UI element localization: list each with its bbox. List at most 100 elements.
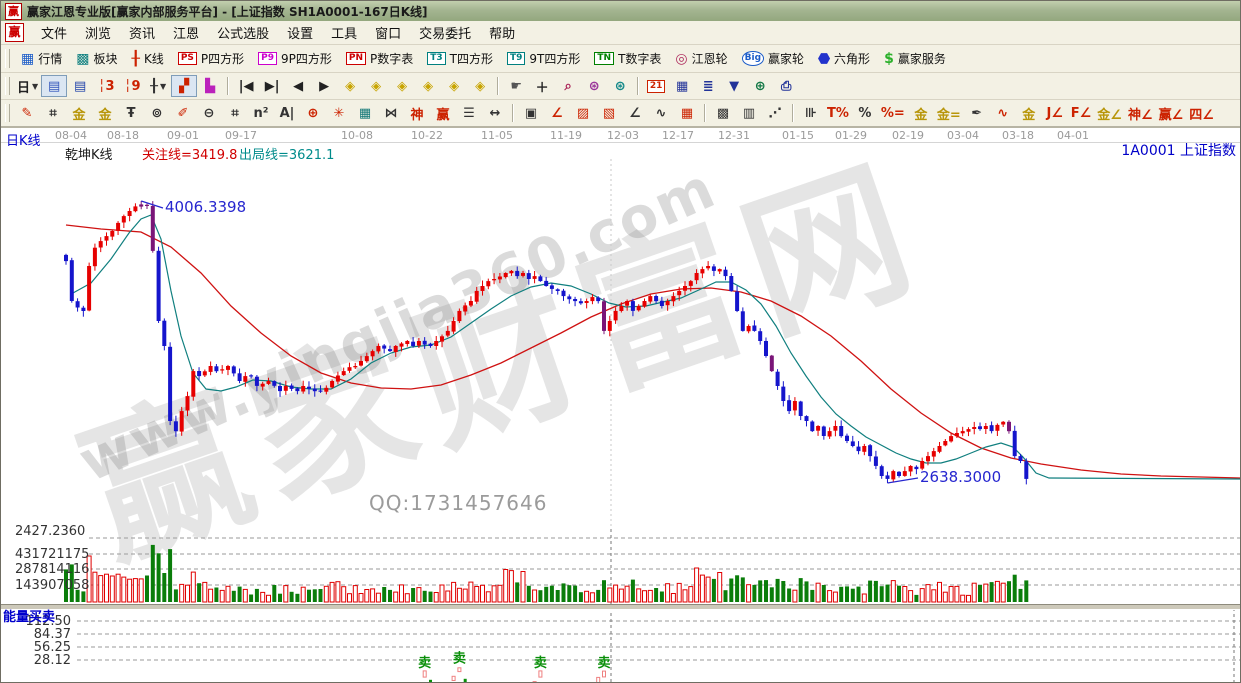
magnifier-icon[interactable]: ⌕ — [555, 75, 581, 97]
gold-line-icon[interactable]: 金 — [66, 102, 92, 124]
wave-line-icon[interactable]: ∿ — [648, 102, 674, 124]
red-pen-icon[interactable]: ✐ — [170, 102, 196, 124]
scale-ruler-icon[interactable]: ⌗ — [40, 102, 66, 124]
gold-angle-icon[interactable]: 金∠ — [1094, 102, 1125, 124]
menu-item-窗口[interactable]: 窗口 — [366, 20, 410, 45]
bars-9-icon[interactable]: ╎9 — [119, 75, 145, 97]
toolbar-t-square-button[interactable]: T3T四方形 — [420, 47, 500, 70]
toolbar-t-table-button[interactable]: TNT数字表 — [587, 47, 668, 70]
f-line-icon[interactable]: Ŧ — [118, 102, 144, 124]
corner-grid2-icon[interactable]: ▥ — [736, 102, 762, 124]
wave-band-icon[interactable]: ∿ — [990, 102, 1016, 124]
volume-ruler-icon[interactable]: ⊪ — [798, 102, 824, 124]
rect-measure-icon[interactable]: ▣ — [518, 102, 544, 124]
fan-lines-icon[interactable]: ∠ — [544, 102, 570, 124]
calendar-icon[interactable]: 21 — [643, 75, 669, 97]
crosshair-icon[interactable]: ＋ — [529, 75, 555, 97]
zoom-h-expand-icon[interactable]: ◈ — [389, 75, 415, 97]
pattern-icon[interactable]: ▞ — [171, 75, 197, 97]
shen-tool-icon[interactable]: 神 — [404, 102, 430, 124]
n-square-icon[interactable]: n² — [248, 102, 274, 124]
toolbar-grip[interactable] — [5, 77, 10, 95]
zoom-h-shrink-icon[interactable]: ◈ — [415, 75, 441, 97]
percent-line-icon[interactable]: %= — [878, 102, 908, 124]
info-panel-icon[interactable]: ▤ — [67, 75, 93, 97]
menu-item-文件[interactable]: 文件 — [32, 20, 76, 45]
chip-distribution2-icon[interactable]: ⊛ — [607, 75, 633, 97]
toolbar-gann-wheel-button[interactable]: ◎江恩轮 — [668, 47, 734, 70]
gold-circle-icon[interactable]: 金 — [908, 102, 934, 124]
snowflake-icon[interactable]: ✳ — [326, 102, 352, 124]
box-fan2-icon[interactable]: ▧ — [596, 102, 622, 124]
indicator-pane-divider[interactable] — [1, 604, 1241, 610]
ruler-123-icon[interactable]: ☰ — [456, 102, 482, 124]
print-icon[interactable]: ⎙ — [773, 75, 799, 97]
menu-item-江恩[interactable]: 江恩 — [164, 20, 208, 45]
period-day-button[interactable]: 日▼ — [14, 75, 41, 97]
ying-angle-icon[interactable]: 赢∠ — [1156, 102, 1187, 124]
drag-hand-icon[interactable]: ☛ — [503, 75, 529, 97]
slant-lines-icon[interactable]: ⋰ — [762, 102, 788, 124]
toolbar-winner-wheel-button[interactable]: Big赢家轮 — [735, 47, 811, 70]
toolbar-hexagon-button[interactable]: 六角形 — [811, 47, 877, 70]
toolbar-quotes-button[interactable]: ▦行情 — [14, 47, 69, 70]
grid-box-icon[interactable]: ▦ — [352, 102, 378, 124]
j-angle-icon[interactable]: J∠ — [1042, 102, 1068, 124]
zoom-right-icon[interactable]: ◈ — [363, 75, 389, 97]
ying-tool-icon[interactable]: 赢 — [430, 102, 456, 124]
gold-underline-icon[interactable]: 金 — [1016, 102, 1042, 124]
toolbar-9p-square-button[interactable]: P99P四方形 — [251, 47, 339, 70]
t-percent-icon[interactable]: T% — [824, 102, 852, 124]
menu-item-工具[interactable]: 工具 — [322, 20, 366, 45]
brush-icon[interactable]: ✎ — [14, 102, 40, 124]
network-icon[interactable]: ⊕ — [747, 75, 773, 97]
toolbar-p-square-button[interactable]: PSP四方形 — [171, 47, 251, 70]
menu-item-资讯[interactable]: 资讯 — [120, 20, 164, 45]
candle-style-icon[interactable]: ╂▼ — [145, 75, 171, 97]
toolbar-grip[interactable] — [5, 104, 10, 122]
first-page-icon[interactable]: |◀ — [233, 75, 259, 97]
angle-line-icon[interactable]: ∠ — [622, 102, 648, 124]
prev-page-icon[interactable]: ◀ — [285, 75, 311, 97]
save-icon[interactable]: ▼ — [721, 75, 747, 97]
crosshair-circle-icon[interactable]: ⊕ — [300, 102, 326, 124]
box-fan-icon[interactable]: ▨ — [570, 102, 596, 124]
gold-line2-icon[interactable]: 金 — [92, 102, 118, 124]
menu-item-公式选股[interactable]: 公式选股 — [208, 20, 278, 45]
toolbar-sectors-button[interactable]: ▩板块 — [69, 47, 124, 70]
last-page-icon[interactable]: ▶| — [259, 75, 285, 97]
shen-angle-icon[interactable]: 神∠ — [1125, 102, 1156, 124]
bars-3-icon[interactable]: ╎3 — [93, 75, 119, 97]
grid-ruler-icon[interactable]: ⌗ — [222, 102, 248, 124]
width-arrow-icon[interactable]: ↔ — [482, 102, 508, 124]
percent-icon[interactable]: % — [852, 102, 878, 124]
circle-ruler-icon[interactable]: ⊖ — [196, 102, 222, 124]
zoom-left-icon[interactable]: ◈ — [337, 75, 363, 97]
zoom-v-expand-icon[interactable]: ◈ — [441, 75, 467, 97]
f-angle-icon[interactable]: F∠ — [1068, 102, 1095, 124]
toolbar-p-table-button[interactable]: PNP数字表 — [339, 47, 420, 70]
si-angle-icon[interactable]: 四∠ — [1186, 102, 1217, 124]
chart-region[interactable]: 赢家财富网 www.yingjia360.com 08-0408-1809-01… — [1, 127, 1241, 683]
toolbar-winner-service-button[interactable]: $赢家服务 — [877, 47, 953, 70]
gold-level-icon[interactable]: 金= — [934, 102, 964, 124]
next-page-icon[interactable]: ▶ — [311, 75, 337, 97]
menu-item-浏览[interactable]: 浏览 — [76, 20, 120, 45]
mirror-icon[interactable]: A| — [274, 102, 300, 124]
notes-icon[interactable]: ≣ — [695, 75, 721, 97]
histogram-icon[interactable]: ▙ — [197, 75, 223, 97]
calculator-icon[interactable]: ▦ — [669, 75, 695, 97]
zigzag-icon[interactable]: ⋈ — [378, 102, 404, 124]
menu-item-帮助[interactable]: 帮助 — [480, 20, 524, 45]
marker-pen-icon[interactable]: ✒ — [964, 102, 990, 124]
menu-item-设置[interactable]: 设置 — [278, 20, 322, 45]
chip-distribution-icon[interactable]: ⊛ — [581, 75, 607, 97]
toolbar-9t-square-button[interactable]: T99T四方形 — [500, 47, 587, 70]
title-bar[interactable]: 赢 赢家江恩专业版[赢家内部服务平台] - [上证指数 SH1A0001-167… — [1, 1, 1240, 21]
corner-grid-icon[interactable]: ▩ — [710, 102, 736, 124]
zoom-all-icon[interactable]: ◈ — [467, 75, 493, 97]
spiral-icon[interactable]: ⊚ — [144, 102, 170, 124]
dense-grid-icon[interactable]: ▦ — [674, 102, 700, 124]
menu-item-交易委托[interactable]: 交易委托 — [410, 20, 480, 45]
toolbar-grip[interactable] — [5, 49, 10, 68]
